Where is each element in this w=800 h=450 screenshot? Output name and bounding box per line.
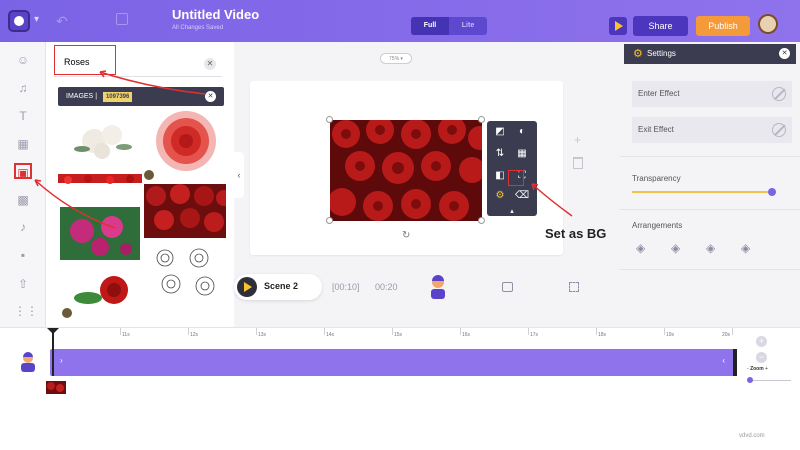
enter-effect-row[interactable]: Enter Effect [632,81,792,107]
tick-mark [120,328,121,335]
transparency-slider[interactable] [632,191,772,193]
tick-label: 11s [122,332,130,338]
tick-mark [528,328,529,335]
arrangements-label: Arrangements [632,221,683,230]
timeline: 11s 12s 13s 14s 15s 16s 17s 18s 19s 20s … [0,327,800,397]
tick-label: 13s [258,332,267,338]
tick-mark [392,328,393,335]
no-effect-icon[interactable] [772,123,786,137]
tick-mark [256,328,257,335]
exit-effect-label: Exit Effect [638,125,674,134]
settings-header: ⚙ Settings ✕ [624,44,796,64]
timeline-character-icon[interactable] [20,352,36,372]
track-expand-icon[interactable]: › [60,356,63,365]
divider [620,269,800,270]
no-effect-icon[interactable] [772,87,786,101]
exit-effect-row[interactable]: Exit Effect [632,117,792,143]
watermark: vdvd.com [739,433,765,439]
transparency-label: Transparency [632,174,681,183]
timeline-image-thumbnail[interactable] [46,381,66,394]
enter-effect-label: Enter Effect [638,89,680,98]
tick-label: 12s [190,332,199,338]
tick-mark [324,328,325,335]
divider [620,209,800,210]
tick-label: 19s [666,332,675,338]
timeline-track[interactable]: › ‹ [50,349,737,376]
bring-forward-icon[interactable]: ◈ [671,241,687,257]
zoom-out-icon[interactable]: − [756,352,767,363]
settings-title: Settings [647,49,676,58]
tick-label: 15s [394,332,403,338]
tick-mark [460,328,461,335]
tick-label: 20s [722,332,731,338]
bring-to-front-icon[interactable]: ◈ [636,241,652,257]
tick-label: 17s [530,332,539,338]
tick-label: 16s [462,332,471,338]
zoom-slider[interactable] [749,380,791,381]
tick-label: 18s [598,332,607,338]
divider [620,156,800,157]
send-backward-icon[interactable]: ◈ [706,241,722,257]
tick-mark [664,328,665,335]
track-collapse-icon[interactable]: ‹ [722,356,725,365]
transparency-slider-knob[interactable] [768,188,776,196]
playhead[interactable] [47,328,59,376]
tick-label: 14s [326,332,335,338]
zoom-label: - Zoom + [747,366,768,372]
zoom-slider-knob[interactable] [747,377,753,383]
send-to-back-icon[interactable]: ◈ [741,241,757,257]
zoom-in-icon[interactable]: + [756,336,767,347]
settings-panel: ⚙ Settings ✕ Enter Effect Exit Effect Tr… [620,42,800,327]
tick-mark [732,328,733,335]
zoom-label-text: Zoom [750,366,764,372]
tick-mark [188,328,189,335]
settings-gear-icon: ⚙ [633,48,643,60]
tick-mark [596,328,597,335]
track-end-handle[interactable] [733,349,737,376]
close-settings-icon[interactable]: ✕ [779,48,790,59]
